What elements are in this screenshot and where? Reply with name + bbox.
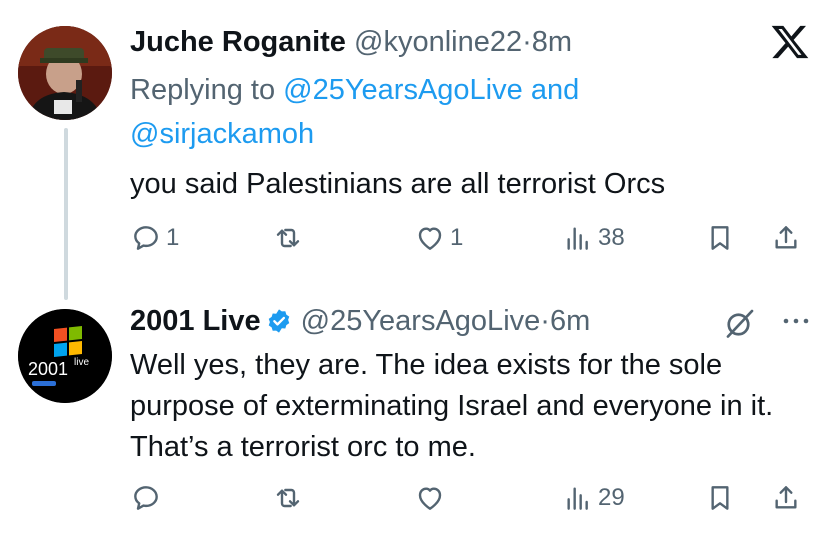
action-bar: 29 xyxy=(0,478,828,518)
views-icon xyxy=(567,227,588,250)
replying-to: Replying to @25YearsAgoLive and @sirjack… xyxy=(130,68,650,156)
replying-prefix: Replying to xyxy=(130,74,276,106)
bookmark-button[interactable] xyxy=(704,218,736,258)
thread-line xyxy=(64,128,68,300)
more-icon[interactable] xyxy=(778,309,814,333)
reply-button[interactable]: 1 xyxy=(130,218,179,258)
tweet-1[interactable]: Juche Roganite @kyonline22·8m Replying t… xyxy=(0,0,828,300)
views-button[interactable]: 38 xyxy=(562,218,625,258)
avatar-text: 2001 xyxy=(28,359,68,379)
mention-link[interactable]: @25YearsAgoLive xyxy=(283,74,523,106)
retweet-icon xyxy=(276,488,300,508)
share-icon xyxy=(775,486,797,509)
display-name[interactable]: 2001 Live xyxy=(130,305,261,337)
like-button[interactable] xyxy=(414,478,450,518)
bookmark-icon xyxy=(711,486,729,510)
share-button[interactable] xyxy=(770,478,802,518)
bookmark-icon xyxy=(711,226,729,250)
avatar[interactable]: 2001 live xyxy=(18,309,112,403)
tweet-2[interactable]: 2001 live 2001 Live @25YearsAgoLive·6m W… xyxy=(0,285,828,536)
retweet-icon xyxy=(276,228,300,248)
tweet-text: Well yes, they are. The idea exists for … xyxy=(130,349,774,463)
timestamp[interactable]: 8m xyxy=(532,26,572,58)
like-icon xyxy=(418,487,442,510)
reply-icon xyxy=(134,226,158,250)
mention-link[interactable]: @sirjackamoh xyxy=(130,118,314,150)
like-count: 1 xyxy=(450,224,464,251)
view-count: 38 xyxy=(598,224,625,251)
grok-icon[interactable] xyxy=(722,305,758,341)
share-button[interactable] xyxy=(770,218,802,258)
view-count: 29 xyxy=(598,484,625,511)
user-handle[interactable]: @kyonline22 xyxy=(354,26,522,58)
views-button[interactable]: 29 xyxy=(562,478,625,518)
share-icon xyxy=(775,226,797,249)
separator: · xyxy=(540,305,550,337)
avatar-sup: live xyxy=(74,357,89,368)
avatar-image xyxy=(18,26,112,120)
like-icon xyxy=(418,227,442,250)
retweet-button[interactable] xyxy=(272,478,308,518)
bookmark-button[interactable] xyxy=(704,478,736,518)
like-button[interactable]: 1 xyxy=(414,218,463,258)
views-icon xyxy=(567,487,588,510)
display-name[interactable]: Juche Roganite xyxy=(130,26,346,58)
replying-and[interactable]: and xyxy=(531,74,579,106)
timestamp[interactable]: 6m xyxy=(550,305,590,337)
verified-badge-icon xyxy=(268,309,289,333)
tweet-header: Juche Roganite @kyonline22·8m xyxy=(130,24,572,60)
reply-icon xyxy=(134,486,158,510)
retweet-button[interactable] xyxy=(272,218,308,258)
tweet-text: you said Palestinians are all terrorist … xyxy=(130,168,666,200)
avatar-image: 2001 live xyxy=(18,309,112,403)
avatar[interactable] xyxy=(18,26,112,120)
reply-button[interactable] xyxy=(130,478,166,518)
user-handle[interactable]: @25YearsAgoLive xyxy=(301,305,541,337)
reply-count: 1 xyxy=(166,224,180,251)
tweet-header: 2001 Live @25YearsAgoLive·6m xyxy=(130,303,590,339)
action-bar: 1 1 38 xyxy=(0,218,828,258)
separator: · xyxy=(522,26,532,58)
